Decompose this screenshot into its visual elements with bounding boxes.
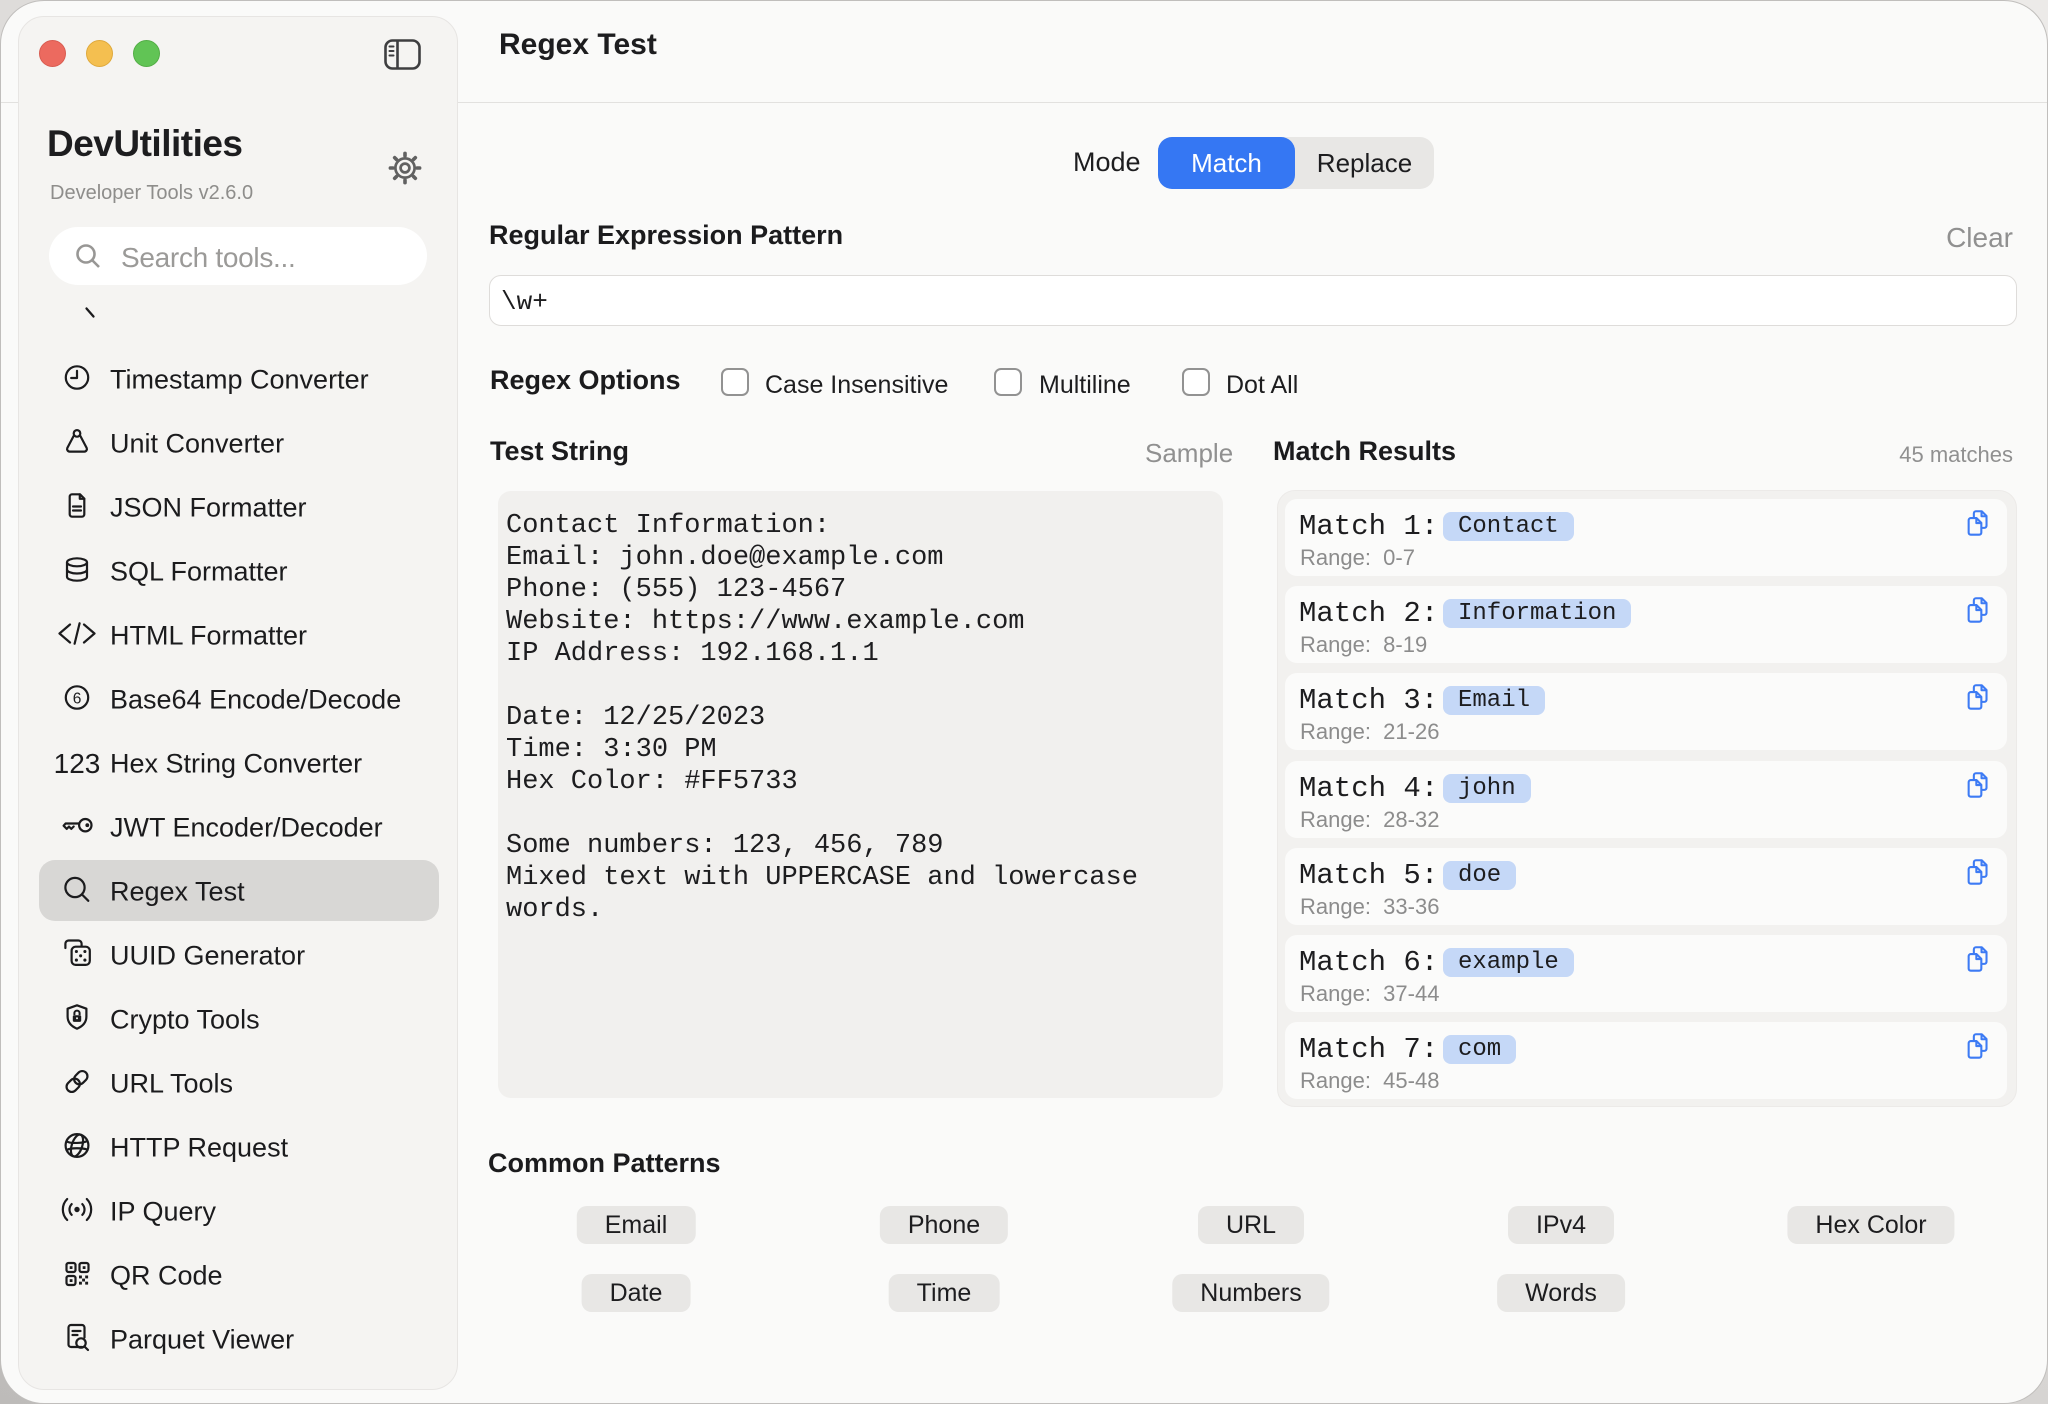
svg-text:6: 6 (73, 690, 82, 707)
